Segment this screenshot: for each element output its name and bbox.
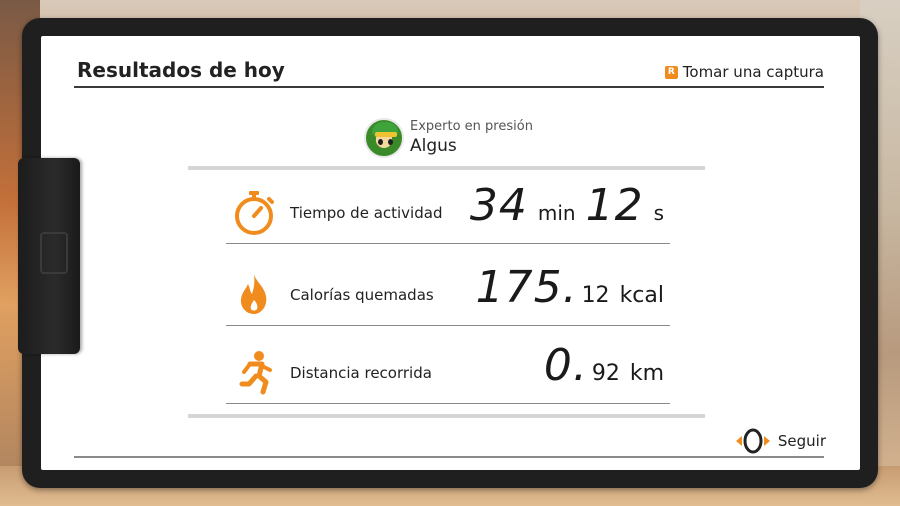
time-seconds-unit: s [653, 201, 664, 225]
stat-label-calories: Calorías quemadas [290, 286, 434, 304]
continue-button[interactable]: Seguir [734, 428, 826, 454]
stat-value-time: 34 min 12 s [470, 180, 664, 231]
calories-integer: 175. [475, 262, 578, 313]
stat-row-calories: Calorías quemadas 175. 12 kcal [226, 262, 670, 326]
stat-value-calories: 175. 12 kcal [476, 262, 664, 313]
stat-value-distance: 0. 92 km [544, 340, 664, 391]
user-name: Algus [410, 136, 457, 156]
clip-notch [40, 232, 68, 274]
stats-top-divider [188, 166, 705, 170]
capture-button[interactable]: R Tomar una captura [664, 63, 824, 81]
calories-unit: kcal [619, 283, 664, 308]
distance-unit: km [629, 361, 664, 386]
time-seconds: 12 [585, 180, 644, 231]
calories-decimal: 12 [581, 283, 610, 308]
flame-icon [240, 274, 267, 314]
stat-row-distance: Distancia recorrida 0. 92 km [226, 340, 670, 404]
continue-label: Seguir [777, 432, 826, 450]
stat-label-time: Tiempo de actividad [290, 204, 443, 222]
r-button-icon: R [664, 65, 678, 79]
distance-integer: 0. [543, 340, 588, 391]
capture-label: Tomar una captura [682, 63, 824, 81]
user-title: Experto en presión [410, 119, 533, 134]
time-minutes: 34 [469, 180, 528, 231]
stats-bottom-divider [188, 414, 705, 418]
results-paper [41, 36, 860, 470]
time-minutes-unit: min [537, 201, 576, 225]
page-title: Resultados de hoy [77, 58, 285, 82]
stat-label-distance: Distancia recorrida [290, 364, 432, 382]
stat-row-time: Tiempo de actividad 34 min 12 s [226, 180, 670, 244]
header-divider [74, 86, 824, 88]
user-info: Experto en presión Algus [364, 118, 533, 158]
footer-divider [74, 456, 824, 458]
ring-con-icon [735, 428, 770, 454]
link-avatar-icon [364, 118, 404, 158]
stopwatch-icon [235, 191, 274, 235]
runner-icon [239, 351, 272, 395]
distance-decimal: 92 [591, 361, 620, 386]
